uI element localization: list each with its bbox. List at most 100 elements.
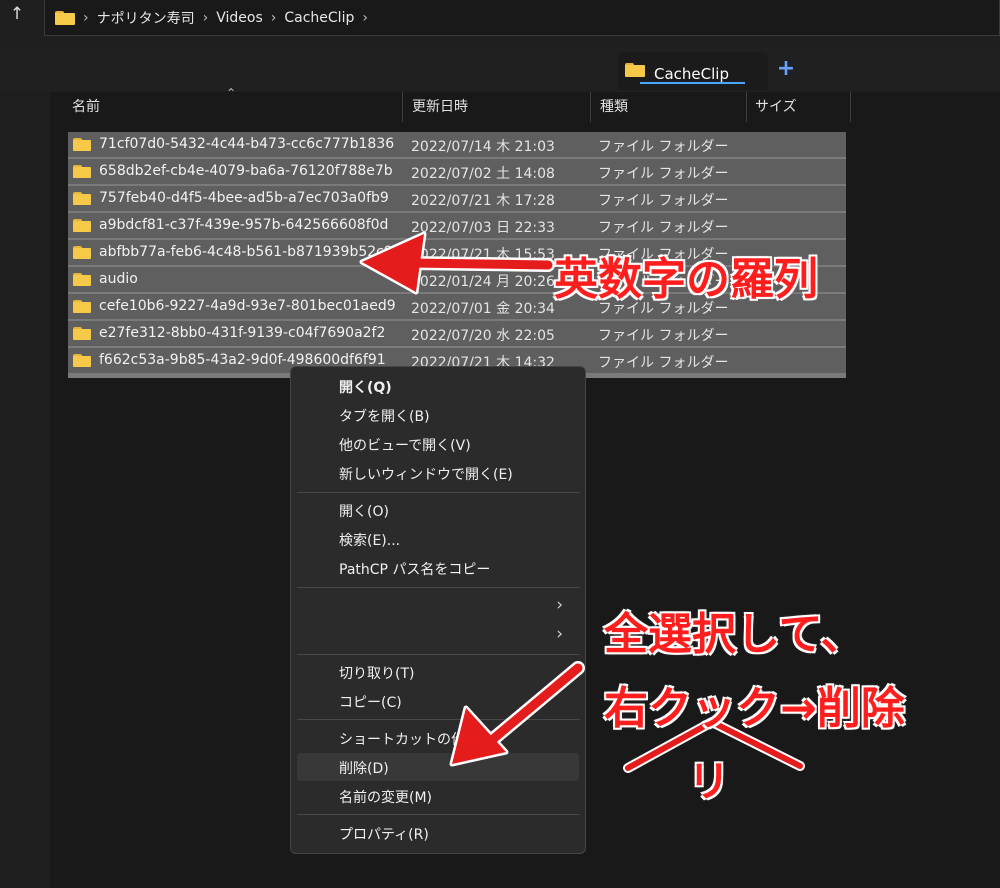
menu-separator [297,654,580,655]
breadcrumb-cacheclip[interactable]: CacheClip [284,10,354,26]
annotation-ri: リ [688,757,731,806]
table-row[interactable]: a9bdcf81-c37f-439e-957b-642566608f0d 202… [68,213,846,239]
file-date: 2022/07/02 土 14:08 [411,166,555,182]
file-date: 2022/07/21 木 15:53 [411,247,555,263]
top-bar: ↑ › ナポリタン寿司 › Videos › CacheClip › [0,0,1000,48]
folder-icon [73,300,91,313]
folder-icon [73,138,91,151]
menu-item-open-tab[interactable]: タブを開く(B) [297,401,579,429]
menu-item-submenu-1[interactable]: › [297,592,579,620]
menu-item-label: コピー(C) [339,695,402,711]
menu-item-delete[interactable]: 削除(D) [297,753,579,781]
menu-item-open-new-window[interactable]: 新しいウィンドウで開く(E) [297,459,579,487]
menu-item-copy[interactable]: コピー(C) [297,687,579,715]
menu-item-label: 新しいウィンドウで開く(E) [339,467,513,483]
file-type: ファイル フォルダー [598,166,729,182]
menu-item-label: タブを開く(B) [339,409,430,425]
tab-active-indicator [640,82,745,84]
menu-item-label: 開く(O) [339,504,389,520]
file-name: e27fe312-8bb0-431f-9139-c04f7690a2f2 [99,325,386,341]
chevron-right-icon: › [556,595,563,615]
file-name: abfbb77a-feb6-4c48-b561-b871939b52c9 [99,244,393,260]
menu-item-open-other-view[interactable]: 他のビューで開く(V) [297,430,579,458]
menu-item-label: 名前の変更(M) [339,790,433,806]
file-type: ファイル フォルダー [598,220,729,236]
menu-separator [297,492,580,493]
chevron-right-icon: › [556,624,563,644]
chevron-right-icon[interactable]: › [203,10,209,26]
folder-icon [73,273,91,286]
chevron-right-icon[interactable]: › [83,10,89,26]
tab-strip: CacheClip + [0,48,1000,92]
tab-cacheclip[interactable]: CacheClip [618,52,768,90]
folder-icon [625,63,645,77]
column-name[interactable]: 名前 [72,92,100,122]
column-divider[interactable] [850,92,851,122]
file-date: 2022/07/01 金 20:34 [411,301,555,317]
folder-icon [73,246,91,259]
menu-separator [297,719,580,720]
menu-separator [297,814,580,815]
file-name: audio [99,271,138,287]
menu-item-search[interactable]: 検索(E)... [297,525,579,553]
folder-icon [55,10,75,25]
column-header: ⌃ 名前 更新日時 種類 サイズ [50,86,1000,122]
file-name: a9bdcf81-c37f-439e-957b-642566608f0d [99,217,389,233]
table-row[interactable]: 658db2ef-cb4e-4079-ba6a-76120f788e7b 202… [68,159,846,185]
table-row[interactable]: 757feb40-d4f5-4bee-ad5b-a7ec703a0fb9 202… [68,186,846,212]
menu-item-open-bold[interactable]: 開く(Q) [297,372,579,400]
file-date: 2022/07/20 水 22:05 [411,328,555,344]
menu-item-cut[interactable]: 切り取り(T) [297,658,579,686]
menu-item-submenu-2[interactable]: › [297,621,579,649]
menu-item-label: プロパティ(R) [339,827,429,843]
annotation-select-all: 全選択して、 [604,609,865,660]
folder-icon [73,327,91,340]
file-date: 2022/07/03 日 22:33 [411,220,555,236]
annotation-right-click-delete: 右クック→削除 [604,683,905,734]
column-divider[interactable] [590,92,591,122]
menu-item-label: ショートカットの作成(S) [339,732,499,748]
address-bar[interactable]: › ナポリタン寿司 › Videos › CacheClip › [44,0,1000,36]
navigation-pane [0,92,50,888]
file-name: 757feb40-d4f5-4bee-ad5b-a7ec703a0fb9 [99,190,389,206]
file-type: ファイル フォルダー [598,355,729,371]
folder-icon [73,354,91,367]
file-name: 658db2ef-cb4e-4079-ba6a-76120f788e7b [99,163,393,179]
menu-item-label: 他のビューで開く(V) [339,438,471,454]
context-menu: 開く(Q) タブを開く(B) 他のビューで開く(V) 新しいウィンドウで開く(E… [290,366,586,854]
menu-item-rename[interactable]: 名前の変更(M) [297,782,579,810]
file-date: 2022/07/21 木 17:28 [411,193,555,209]
menu-item-label: PathCP パス名をコピー [339,562,491,578]
column-type[interactable]: 種類 [600,92,628,122]
sort-ascending-icon: ⌃ [226,86,237,100]
menu-item-pathcp[interactable]: PathCP パス名をコピー [297,554,579,582]
chevron-right-icon[interactable]: › [271,10,277,26]
table-row[interactable]: 71cf07d0-5432-4c44-b473-cc6c777b1836 202… [68,132,846,158]
menu-separator [297,587,580,588]
folder-icon [73,219,91,232]
file-type: ファイル フォルダー [598,328,729,344]
menu-item-open[interactable]: 開く(O) [297,496,579,524]
menu-item-label: 開く(Q) [339,380,392,396]
annotation-random-chars: 英数字の羅列 [554,254,818,305]
column-size[interactable]: サイズ [755,92,797,122]
folder-icon [73,165,91,178]
menu-item-properties[interactable]: プロパティ(R) [297,819,579,847]
folder-icon [73,192,91,205]
up-arrow-icon[interactable]: ↑ [4,2,30,28]
table-row[interactable]: e27fe312-8bb0-431f-9139-c04f7690a2f2 202… [68,321,846,347]
breadcrumb-napolitan[interactable]: ナポリタン寿司 [97,8,195,28]
menu-item-create-shortcut[interactable]: ショートカットの作成(S) [297,724,579,752]
column-divider[interactable] [746,92,747,122]
breadcrumb-videos[interactable]: Videos [216,10,263,26]
new-tab-plus-icon[interactable]: + [774,58,798,82]
menu-item-label: 検索(E)... [339,533,401,549]
file-type: ファイル フォルダー [598,193,729,209]
file-name: cefe10b6-9227-4a9d-93e7-801bec01aed9 [99,298,396,314]
column-date[interactable]: 更新日時 [412,92,468,122]
chevron-right-icon[interactable]: › [362,10,368,26]
column-divider[interactable] [402,92,403,122]
file-name: 71cf07d0-5432-4c44-b473-cc6c777b1836 [99,136,395,152]
file-date: 2022/01/24 月 20:26 [411,274,555,290]
file-type: ファイル フォルダー [598,139,729,155]
